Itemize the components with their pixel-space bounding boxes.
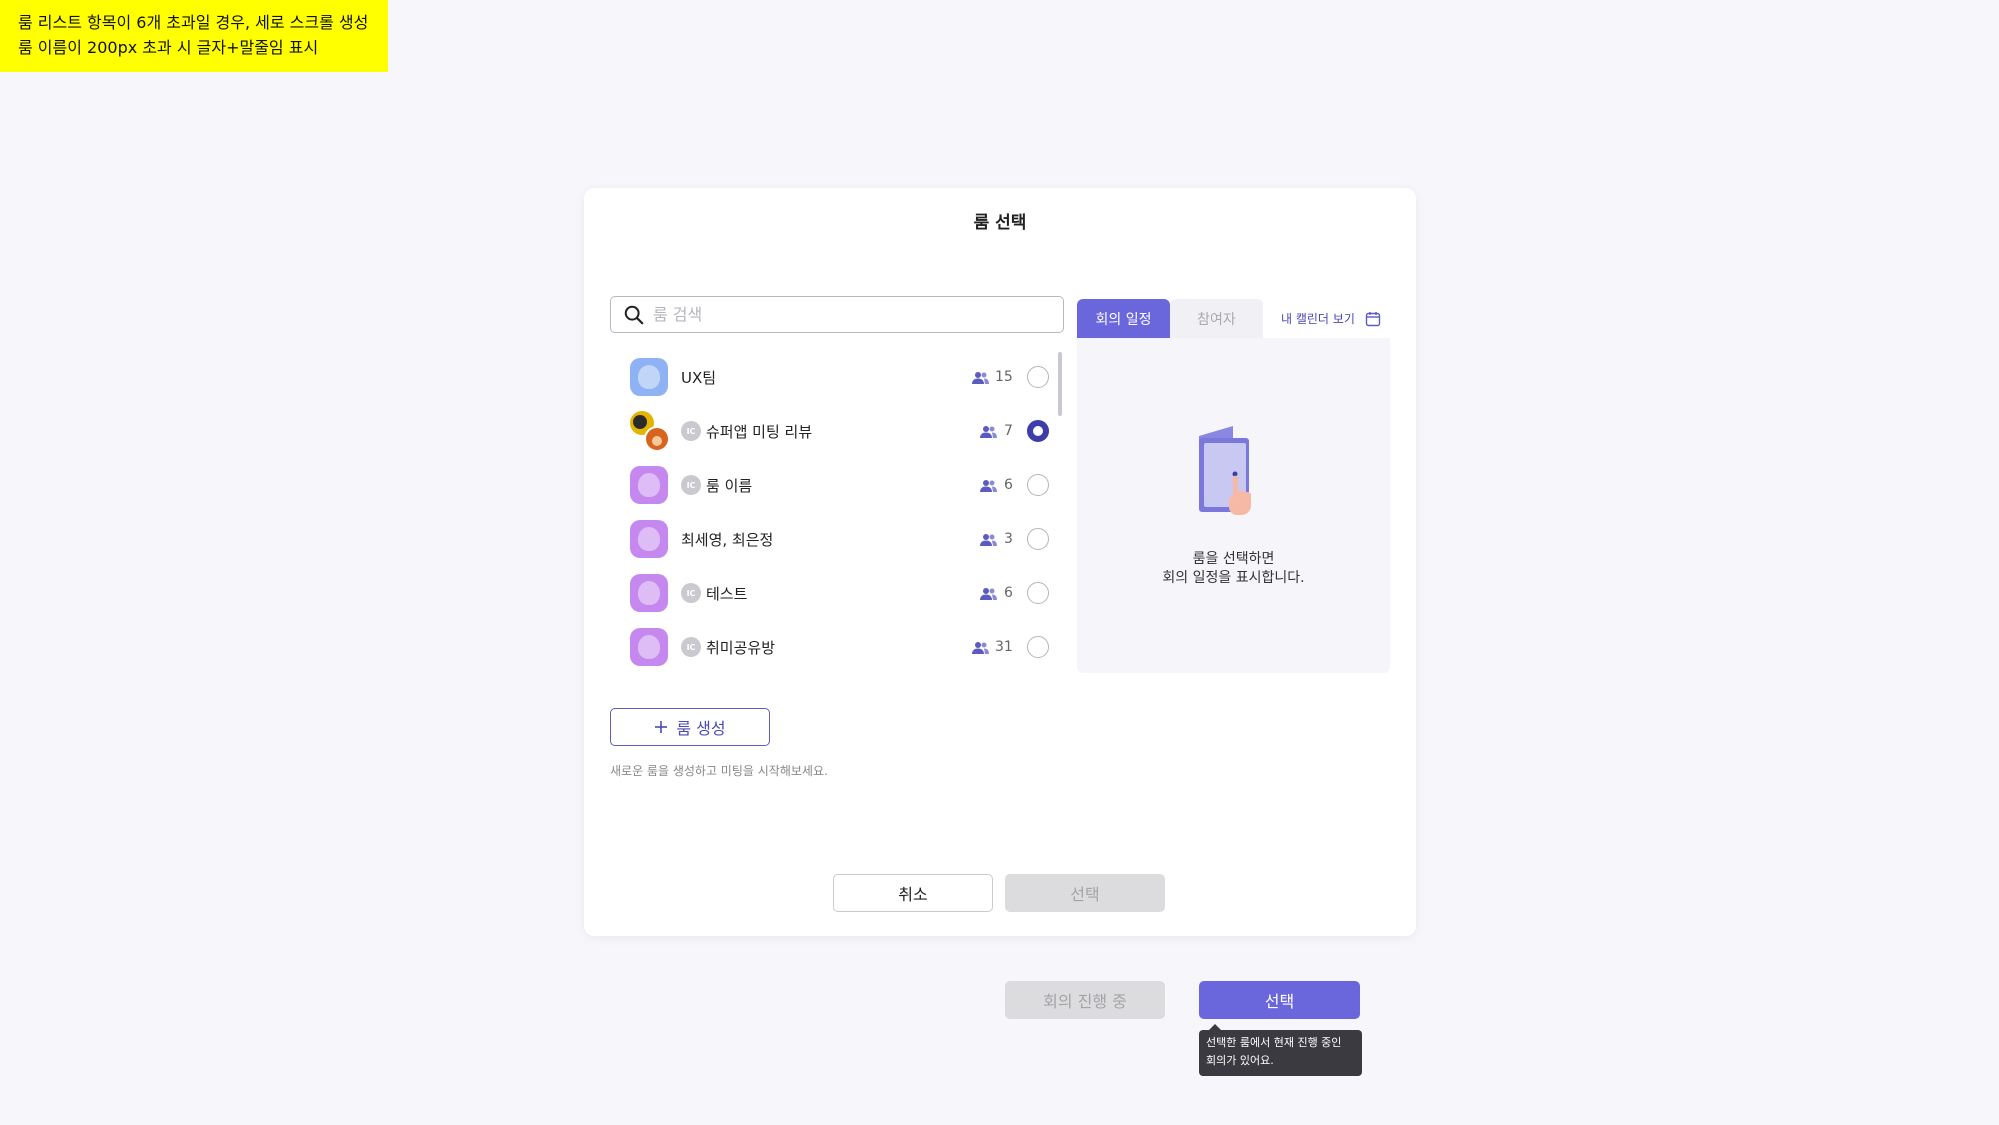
panel-message-line-1: 룸을 선택하면: [1192, 551, 1275, 567]
search-icon: [624, 305, 644, 324]
room-select-modal: 룸 선택 UX팀 15 IC 슈퍼앱 미팅 리뷰: [584, 188, 1416, 936]
annotation-line-2: 룸 이름이 200px 초과 시 글자+말줄임 표시: [18, 38, 319, 57]
ic-badge: IC: [681, 421, 701, 441]
member-count: 6: [1004, 477, 1013, 493]
room-search-input[interactable]: [653, 305, 1053, 324]
detail-tabs: 회의 일정 참여자: [1077, 299, 1263, 338]
room-search-field[interactable]: [610, 296, 1064, 333]
modal-title: 룸 선택: [973, 213, 1027, 233]
select-button-active[interactable]: 선택: [1199, 981, 1360, 1019]
room-radio[interactable]: [1027, 528, 1049, 550]
room-name: 슈퍼앱 미팅 리뷰: [706, 422, 813, 441]
create-room-hint: 새로운 룸을 생성하고 미팅을 시작해보세요.: [610, 764, 828, 778]
view-my-calendar-link[interactable]: 내 캘린더 보기: [1281, 310, 1381, 327]
room-radio[interactable]: [1027, 636, 1049, 658]
room-name: 룸 이름: [706, 476, 753, 495]
ic-badge: IC: [681, 475, 701, 495]
room-avatar: [630, 466, 668, 504]
members-icon: [980, 587, 997, 600]
plus-icon: [655, 721, 668, 733]
room-list-item[interactable]: IC 취미공유방 31: [610, 620, 1050, 674]
ic-badge: IC: [681, 637, 701, 657]
members-icon: [980, 533, 997, 546]
member-count: 7: [1004, 423, 1013, 439]
select-tooltip: 선택한 룸에서 현재 진행 중인 회의가 있어요.: [1199, 1024, 1362, 1076]
room-radio-selected[interactable]: [1027, 420, 1049, 442]
room-radio[interactable]: [1027, 474, 1049, 496]
room-list-item[interactable]: 최세영, 최은정 3: [610, 512, 1050, 566]
annotation-line-1: 룸 리스트 항목이 6개 초과일 경우, 세로 스크롤 생성: [18, 13, 369, 32]
room-name: 최세영, 최은정: [681, 530, 774, 549]
tooltip-line-2: 회의가 있어요.: [1206, 1054, 1274, 1067]
member-count: 3: [1004, 531, 1013, 547]
room-avatar: [630, 358, 668, 396]
room-name: UX팀: [681, 368, 717, 387]
room-member-photos: [630, 411, 670, 452]
panel-message: 룸을 선택하면 회의 일정을 표시합니다.: [1077, 550, 1390, 588]
member-count: 15: [995, 369, 1013, 385]
annotation-note: 룸 리스트 항목이 6개 초과일 경우, 세로 스크롤 생성 룸 이름이 200…: [0, 0, 388, 72]
room-list-scrollbar[interactable]: [1058, 352, 1062, 416]
meeting-schedule-panel: 룸을 선택하면 회의 일정을 표시합니다.: [1077, 338, 1390, 673]
room-list-item[interactable]: UX팀 15: [610, 350, 1050, 404]
select-room-illustration: [1199, 426, 1251, 515]
room-list[interactable]: UX팀 15 IC 슈퍼앱 미팅 리뷰 7 IC 룸 이름 6 최세영, 최은정…: [610, 350, 1064, 675]
room-radio[interactable]: [1027, 582, 1049, 604]
room-name: 취미공유방: [706, 638, 776, 657]
member-count: 31: [995, 639, 1013, 655]
room-list-item[interactable]: IC 슈퍼앱 미팅 리뷰 7: [610, 404, 1050, 458]
ic-badge: IC: [681, 583, 701, 603]
create-room-button[interactable]: 룸 생성: [610, 708, 770, 746]
room-list-item[interactable]: IC 룸 이름 6: [610, 458, 1050, 512]
members-icon: [972, 371, 989, 384]
members-icon: [980, 425, 997, 438]
calendar-icon: [1365, 311, 1381, 326]
room-avatar: [630, 520, 668, 558]
cancel-button[interactable]: 취소: [833, 874, 993, 912]
room-avatar: [630, 574, 668, 612]
tab-participants[interactable]: 참여자: [1170, 299, 1263, 338]
room-avatar: [630, 628, 668, 666]
room-name: 테스트: [706, 584, 748, 603]
tooltip-line-1: 선택한 룸에서 현재 진행 중인: [1206, 1036, 1342, 1049]
meeting-in-progress-button[interactable]: 회의 진행 중: [1005, 981, 1165, 1019]
select-button-disabled[interactable]: 선택: [1005, 874, 1165, 912]
members-icon: [980, 479, 997, 492]
room-list-item[interactable]: IC 테스트 6: [610, 566, 1050, 620]
members-icon: [972, 641, 989, 654]
tab-meeting-schedule[interactable]: 회의 일정: [1077, 299, 1170, 338]
create-room-label: 룸 생성: [676, 719, 726, 738]
room-radio[interactable]: [1027, 366, 1049, 388]
calendar-link-label: 내 캘린더 보기: [1281, 312, 1355, 326]
member-count: 6: [1004, 585, 1013, 601]
panel-message-line-2: 회의 일정을 표시합니다.: [1162, 570, 1305, 586]
